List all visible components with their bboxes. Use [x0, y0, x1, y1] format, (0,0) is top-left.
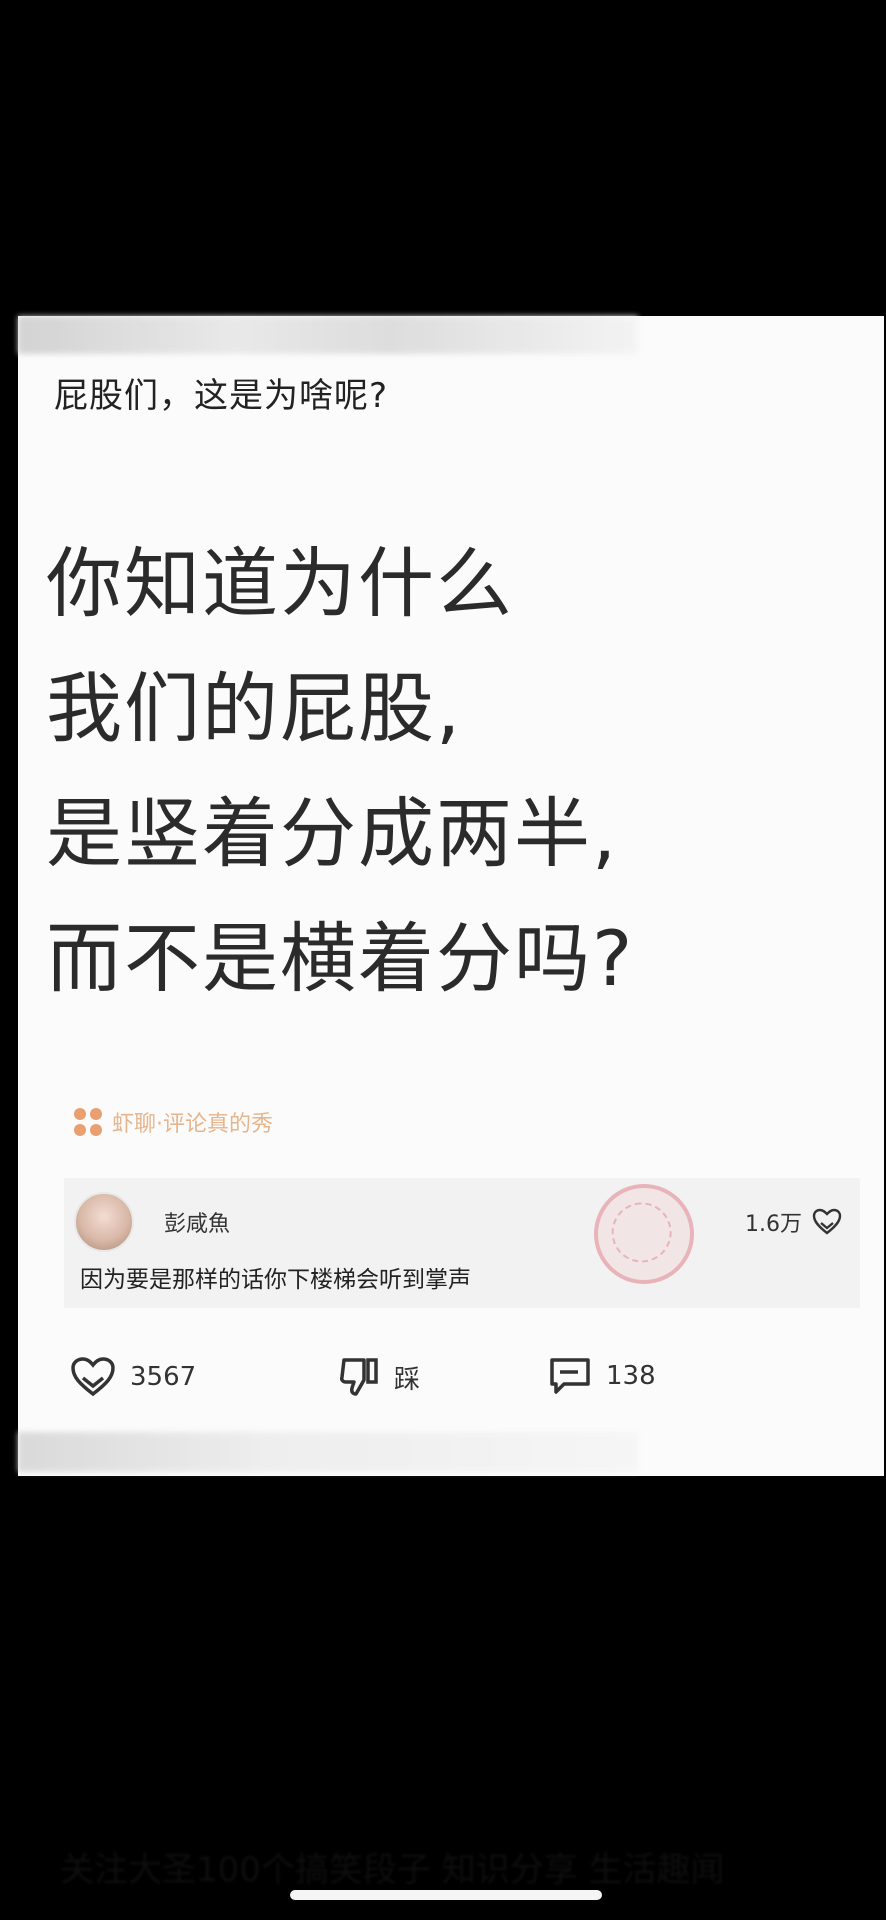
comment-like-count: 1.6万	[745, 1212, 802, 1237]
post-text-line: 而不是横着分吗?	[46, 914, 635, 1003]
bottom-caption: 关注大圣100个搞笑段子 知识分享 生活趣闻	[60, 1850, 725, 1890]
post-card: 屁股们，这是为啥呢? 你知道为什么 我们的屁股, 是竖着分成两半, 而不是横着分…	[18, 316, 884, 1476]
avatar[interactable]	[74, 1192, 134, 1252]
action-bar: 3567 踩 138	[48, 1356, 848, 1416]
comment-like-button[interactable]: 1.6万	[745, 1206, 842, 1238]
home-indicator[interactable]	[290, 1890, 602, 1900]
comment-text: 因为要是那样的话你下楼梯会听到掌声	[80, 1267, 471, 1293]
screen: 屁股们，这是为啥呢? 你知道为什么 我们的屁股, 是竖着分成两半, 而不是横着分…	[0, 0, 886, 1920]
post-text-line: 我们的屁股,	[46, 664, 463, 753]
blurred-header	[18, 316, 638, 354]
comment-icon	[550, 1358, 590, 1394]
blurred-footer	[18, 1432, 638, 1472]
question-title[interactable]: 屁股们，这是为啥呢?	[54, 368, 388, 417]
source-tag[interactable]: 虾聊·评论真的秀	[74, 1106, 273, 1138]
hot-comment-stamp-icon	[584, 1174, 704, 1294]
comment-button[interactable]: 138	[548, 1356, 656, 1396]
dislike-label: 踩	[394, 1364, 421, 1395]
commenter-name[interactable]: 彭咸魚	[164, 1206, 230, 1238]
comment-count: 138	[606, 1361, 656, 1391]
dislike-button[interactable]: 踩	[338, 1356, 420, 1398]
like-icon	[71, 1357, 115, 1397]
app-grid-icon	[74, 1108, 102, 1136]
post-image-text: 你知道为什么 我们的屁股, 是竖着分成两半, 而不是横着分吗?	[46, 521, 846, 1021]
thumbs-down-icon	[340, 1358, 378, 1396]
like-button[interactable]: 3567	[70, 1356, 196, 1398]
like-count: 3567	[130, 1362, 197, 1392]
featured-comment[interactable]: 彭咸魚 1.6万 因为要是那样的话你下楼梯会听到掌声	[64, 1174, 860, 1308]
source-tag-label: 虾聊·评论真的秀	[112, 1112, 273, 1137]
like-icon	[812, 1208, 842, 1235]
post-text-line: 你知道为什么	[46, 539, 514, 628]
post-text-line: 是竖着分成两半,	[46, 789, 619, 878]
